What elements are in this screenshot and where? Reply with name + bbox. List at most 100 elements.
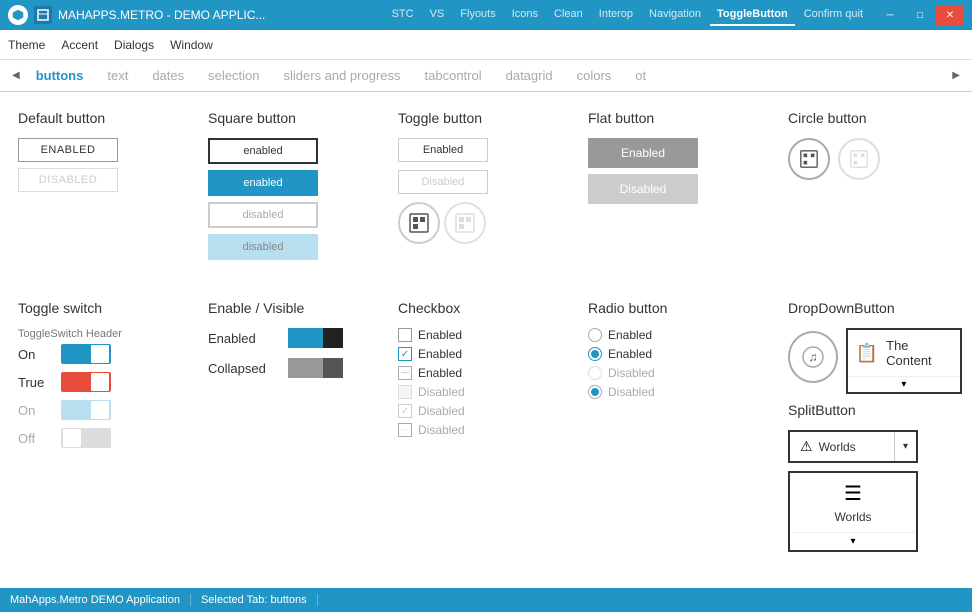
nav-flyouts[interactable]: Flyouts	[453, 4, 502, 26]
checkbox-row-6: Disabled	[398, 423, 572, 437]
flat-enabled-button[interactable]: Enabled	[588, 138, 698, 168]
checkbox-label-5: Disabled	[418, 404, 465, 418]
checkbox-title: Checkbox	[398, 300, 572, 316]
radio-unselected-enabled-1[interactable]	[588, 328, 602, 342]
toggle-thumb-on-disabled	[91, 401, 109, 419]
split-arrow-2[interactable]: ▾	[790, 532, 916, 550]
square-disabled-button: disabled	[208, 202, 318, 228]
app-logo	[8, 5, 28, 25]
nav-navigation[interactable]: Navigation	[642, 4, 708, 26]
nav-icons[interactable]: Icons	[505, 4, 545, 26]
toggle-thumb-on	[91, 345, 109, 363]
enable-collapsed-track[interactable]	[288, 358, 343, 378]
enable-visible-title: Enable / Visible	[208, 300, 382, 316]
enable-visible-section: Enable / Visible Enabled Collapsed	[200, 292, 390, 578]
menu-window[interactable]: Window	[170, 38, 213, 52]
tab-tabcontrol[interactable]: tabcontrol	[413, 60, 494, 91]
toggle-switch-on-disabled-row: On	[18, 400, 192, 420]
enable-enabled-row: Enabled	[208, 328, 382, 348]
dropdown-split-section: DropDownButton ♫ 📋 The Content ▾ SplitBu…	[780, 292, 970, 578]
svg-text:♫: ♫	[808, 350, 817, 364]
menu-accent[interactable]: Accent	[61, 38, 98, 52]
nav-confirmquit[interactable]: Confirm quit	[797, 4, 870, 26]
toggle-button-section: Toggle button Enabled Disabled	[390, 102, 580, 292]
circle-button-section: Circle button	[780, 102, 970, 292]
toggle-switch-header: ToggleSwitch Header	[18, 328, 192, 340]
split-button-row-1[interactable]: ⚠ Worlds ▾	[788, 430, 918, 463]
dropdown-content-text: The Content	[886, 338, 952, 368]
statusbar-right: Selected Tab: buttons	[191, 594, 318, 606]
circle-enabled-button[interactable]	[788, 138, 830, 180]
toggle-disabled-button: Disabled	[398, 170, 488, 194]
radio-button-title: Radio button	[588, 300, 772, 316]
tab-colors[interactable]: colors	[565, 60, 624, 91]
enable-enabled-track[interactable]	[288, 328, 343, 348]
split-button-row-2[interactable]: ☰ Worlds ▾	[788, 471, 918, 552]
toggle-switch-true-row: True	[18, 372, 192, 392]
tab-other[interactable]: ot	[623, 60, 658, 91]
checkbox-indeterminate-enabled[interactable]	[398, 366, 412, 380]
split-large-content: ☰ Worlds	[790, 473, 916, 532]
radio-label-2: Enabled	[608, 347, 652, 361]
toggle-icon-active[interactable]	[398, 202, 440, 244]
menu-dialogs[interactable]: Dialogs	[114, 38, 154, 52]
tabs-scroll-left[interactable]: ◀	[8, 70, 24, 81]
music-circle-button[interactable]: ♫	[788, 331, 838, 383]
dropdown-content-icon: 📋	[856, 343, 878, 364]
tabs-row: ◀ buttons text dates selection sliders a…	[0, 60, 972, 92]
toggle-switch-on-row: On	[18, 344, 192, 364]
toggle-switch-on[interactable]	[61, 344, 111, 364]
split-text-2: Worlds	[834, 510, 871, 524]
toggle-switch-on-label: On	[18, 347, 53, 362]
maximize-button[interactable]: □	[906, 5, 934, 25]
dropdown-button-title: DropDownButton	[788, 300, 962, 316]
toggle-thumb-off-disabled	[63, 429, 81, 447]
toggle-switch-true-label: True	[18, 375, 53, 390]
menu-theme[interactable]: Theme	[8, 38, 45, 52]
split-arrow-1[interactable]: ▾	[894, 432, 916, 461]
toggle-switch-off-disabled-label: Off	[18, 431, 53, 446]
statusbar: MahApps.Metro DEMO Application Selected …	[0, 588, 972, 612]
checkbox-row-5: Disabled	[398, 404, 572, 418]
checkbox-unchecked-disabled	[398, 385, 412, 399]
toggle-switch-on-disabled-label: On	[18, 403, 53, 418]
dropdown-content-box[interactable]: 📋 The Content ▾	[846, 328, 962, 394]
checkbox-unchecked-enabled[interactable]	[398, 328, 412, 342]
enable-enabled-thumb	[323, 328, 343, 348]
split-button-title: SplitButton	[788, 402, 962, 418]
square-enabled-button[interactable]: enabled	[208, 138, 318, 164]
radio-label-4: Disabled	[608, 385, 655, 399]
checkbox-label-4: Disabled	[418, 385, 465, 399]
radio-unselected-disabled	[588, 366, 602, 380]
toggle-enabled-button[interactable]: Enabled	[398, 138, 488, 162]
close-button[interactable]: ✕	[936, 5, 964, 25]
tabs-container: buttons text dates selection sliders and…	[24, 60, 949, 91]
enable-collapsed-row: Collapsed	[208, 358, 382, 378]
nav-stc[interactable]: STC	[385, 4, 421, 26]
toggle-switch-title: Toggle switch	[18, 300, 192, 316]
minimize-button[interactable]: ─	[876, 5, 904, 25]
checkbox-checked-enabled[interactable]	[398, 347, 412, 361]
main-content: Default button ENABLED DISABLED Square b…	[0, 92, 972, 588]
circle-disabled-button	[838, 138, 880, 180]
default-disabled-button: DISABLED	[18, 168, 118, 192]
nav-interop[interactable]: Interop	[592, 4, 640, 26]
tab-buttons[interactable]: buttons	[24, 60, 96, 91]
menubar: Theme Accent Dialogs Window	[0, 30, 972, 60]
nav-togglebutton[interactable]: ToggleButton	[710, 4, 795, 26]
flat-disabled-button: Disabled	[588, 174, 698, 204]
dropdown-arrow[interactable]: ▾	[848, 376, 960, 392]
nav-clean[interactable]: Clean	[547, 4, 590, 26]
default-enabled-button[interactable]: ENABLED	[18, 138, 118, 162]
tab-sliders[interactable]: sliders and progress	[271, 60, 412, 91]
tab-datagrid[interactable]: datagrid	[494, 60, 565, 91]
tabs-scroll-right[interactable]: ▶	[948, 70, 964, 81]
radio-selected-enabled[interactable]	[588, 347, 602, 361]
toggle-switch-true[interactable]	[61, 372, 111, 392]
tab-text[interactable]: text	[95, 60, 140, 91]
square-enabled-active-button[interactable]: enabled	[208, 170, 318, 196]
nav-vs[interactable]: VS	[423, 4, 452, 26]
toggle-thumb-true	[91, 373, 109, 391]
tab-dates[interactable]: dates	[140, 60, 196, 91]
tab-selection[interactable]: selection	[196, 60, 271, 91]
